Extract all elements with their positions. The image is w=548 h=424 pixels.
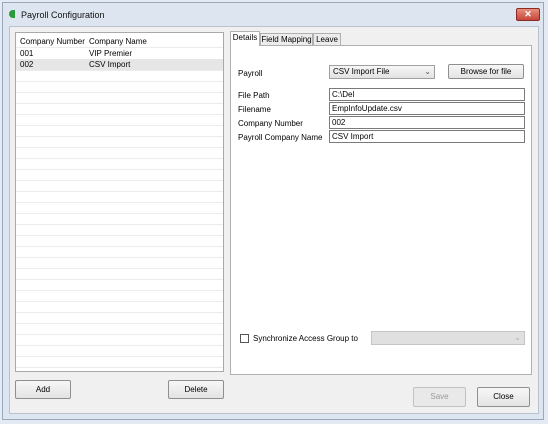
synchronize-access-group-label: Synchronize Access Group to (253, 334, 358, 343)
column-header-company-number[interactable]: Company Number (20, 37, 85, 46)
add-button[interactable]: Add (15, 380, 71, 399)
company-name-cell: CSV Import (89, 60, 131, 69)
chevron-down-icon: ⌄ (514, 333, 521, 342)
synchronize-access-group-checkbox[interactable] (240, 334, 249, 343)
save-button[interactable]: Save (413, 387, 466, 407)
payroll-app-icon (9, 10, 15, 18)
payroll-select[interactable]: CSV Import File ⌄ (329, 65, 435, 79)
chevron-down-icon: ⌄ (424, 67, 431, 76)
list-header: Company Number Company Name (16, 33, 223, 48)
company-number-field[interactable]: 002 (329, 116, 525, 129)
delete-button[interactable]: Delete (168, 380, 224, 399)
file-path-field[interactable]: C:\Del (329, 88, 525, 101)
filename-label: Filename (238, 105, 271, 114)
browse-for-file-button[interactable]: Browse for file (448, 64, 524, 79)
title-bar: Payroll Configuration ✕ (3, 3, 543, 25)
details-tab-panel: Payroll CSV Import File ⌄ Browse for fil… (230, 45, 532, 375)
company-name-cell: VIP Premier (89, 49, 132, 58)
tab-details[interactable]: Details (230, 31, 260, 46)
dialog-client-area: Company Number Company Name 001 VIP Premi… (9, 26, 539, 414)
company-number-label: Company Number (238, 119, 303, 128)
payroll-label: Payroll (238, 69, 263, 78)
company-number-cell: 001 (20, 49, 34, 58)
window-title: Payroll Configuration (21, 10, 105, 20)
close-button[interactable]: Close (477, 387, 530, 407)
filename-field[interactable]: EmpInfoUpdate.csv (329, 102, 525, 115)
empty-row (16, 356, 223, 368)
access-group-select[interactable]: ⌄ (371, 331, 525, 345)
payroll-company-name-field[interactable]: CSV Import (329, 130, 525, 143)
payroll-select-value: CSV Import File (333, 67, 390, 76)
column-header-company-name[interactable]: Company Name (89, 37, 147, 46)
company-list[interactable]: Company Number Company Name 001 VIP Premi… (15, 32, 224, 372)
payroll-company-name-label: Payroll Company Name (238, 133, 323, 142)
company-number-cell: 002 (20, 60, 34, 69)
window-close-button[interactable]: ✕ (516, 8, 540, 21)
file-path-label: File Path (238, 91, 270, 100)
payroll-configuration-window: Payroll Configuration ✕ Company Number C… (2, 2, 544, 420)
